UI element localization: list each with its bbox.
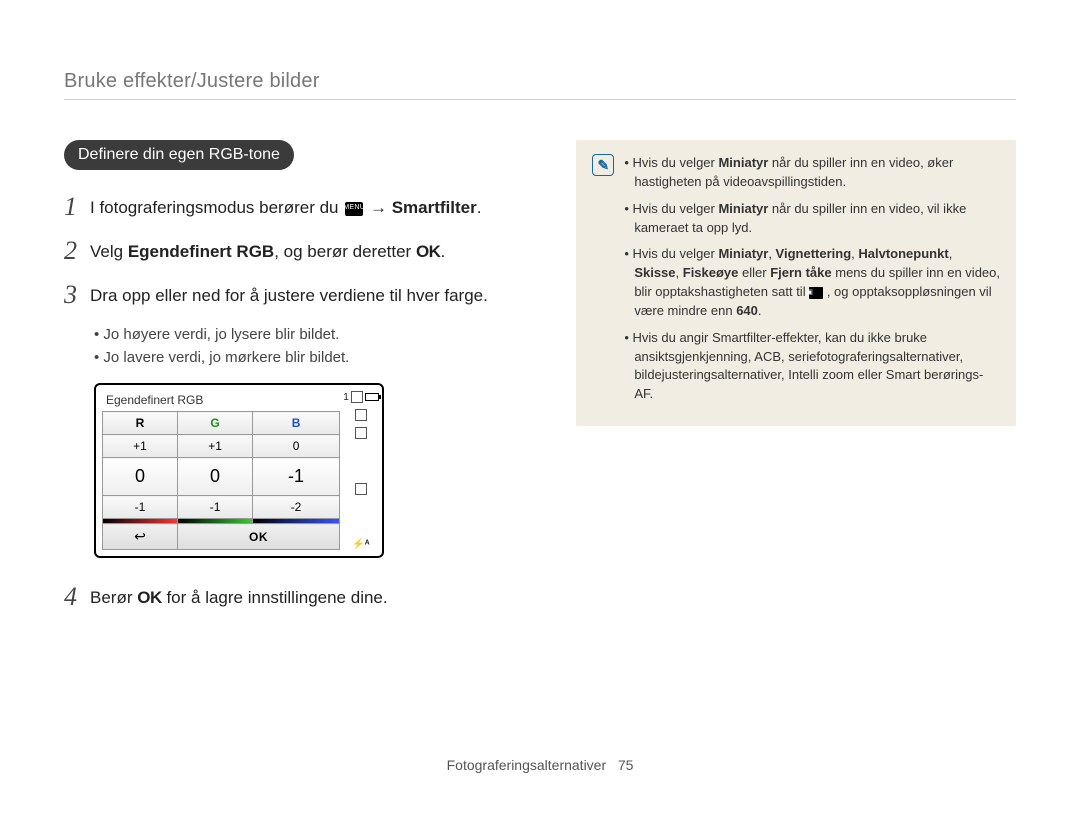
b: 640: [736, 303, 758, 318]
rgb-row-current[interactable]: 0 0 -1: [103, 458, 340, 496]
text: for å lagre innstillingene dine.: [162, 588, 388, 607]
t: Hvis du velger: [632, 201, 718, 216]
cell: +1: [178, 435, 253, 458]
rgb-row-below[interactable]: -1 -1 -2: [103, 496, 340, 519]
step-4: 4 Berør OK for å lagre innstillingene di…: [64, 582, 540, 612]
step-3-bullets: Jo høyere verdi, jo lysere blir bildet. …: [94, 324, 540, 369]
rgb-main: Egendeﬁnert RGB R G B +1 +1 0: [102, 391, 340, 550]
b-header: B: [253, 412, 340, 435]
b: Skisse: [634, 265, 675, 280]
t: eller: [738, 265, 770, 280]
step-number: 3: [64, 280, 90, 310]
note-item: Hvis du velger Miniatyr, Vignettering, H…: [624, 245, 1000, 320]
left-column: Deﬁnere din egen RGB-tone 1 I fotografer…: [64, 140, 540, 626]
battery-icon: [365, 393, 379, 401]
rgb-row-above[interactable]: +1 +1 0: [103, 435, 340, 458]
page-footer: Fotograferingsalternativer 75: [0, 757, 1080, 773]
text: Velg: [90, 242, 128, 261]
step-1: 1 I fotograferingsmodus berører du MENU …: [64, 192, 540, 222]
tail: .: [477, 198, 482, 217]
ok-icon: OK: [416, 242, 441, 261]
back-button[interactable]: ↩: [103, 524, 178, 550]
step-number: 2: [64, 236, 90, 266]
section-heading-pill: Deﬁnere din egen RGB-tone: [64, 140, 294, 170]
step-number: 4: [64, 582, 90, 612]
text: , og berør deretter: [274, 242, 416, 261]
right-column: ✎ Hvis du velger Miniatyr når du spiller…: [576, 140, 1016, 626]
t: ,: [768, 246, 775, 261]
tail: .: [440, 242, 445, 261]
text: I fotograferingsmodus berører du: [90, 198, 343, 217]
b: Halvtonepunkt: [858, 246, 948, 261]
status-top: 1: [343, 391, 379, 403]
bold: Egendeﬁnert RGB: [128, 242, 274, 261]
cell: -1: [253, 458, 340, 496]
step-body: Berør OK for å lagre innstillingene dine…: [90, 582, 540, 611]
mode-icon: [355, 427, 367, 439]
breadcrumb: Bruke effekter/Justere bilder: [64, 70, 1016, 93]
image-count: 1: [343, 392, 349, 403]
b: Fiskeøye: [683, 265, 739, 280]
cell: -1: [178, 496, 253, 519]
t: Hvis du velger: [632, 155, 718, 170]
footer-page-number: 75: [618, 757, 634, 773]
footer-section: Fotograferingsalternativer: [447, 757, 607, 773]
steps-list: 1 I fotograferingsmodus berører du MENU …: [64, 192, 540, 310]
rgb-side-icons: 1 ⚡ᴬ: [346, 391, 376, 550]
bullet: Jo lavere verdi, jo mørkere blir bildet.: [94, 347, 540, 370]
note-list: Hvis du velger Miniatyr når du spiller i…: [624, 154, 1000, 412]
rgb-bottom-row: ↩ OK: [103, 524, 340, 550]
note-item: Hvis du velger Miniatyr når du spiller i…: [624, 200, 1000, 238]
note-item: Hvis du velger Miniatyr når du spiller i…: [624, 154, 1000, 192]
cell: 0: [103, 458, 178, 496]
cell: +1: [103, 435, 178, 458]
rgb-title: Egendeﬁnert RGB: [102, 391, 340, 411]
mode-icon: [355, 409, 367, 421]
text: Dra opp eller ned for å justere verdiene…: [90, 286, 488, 305]
r-header: R: [103, 412, 178, 435]
step-body: Velg Egendeﬁnert RGB, og berør deretter …: [90, 236, 540, 265]
step-3: 3 Dra opp eller ned for å justere verdie…: [64, 280, 540, 310]
t: .: [758, 303, 762, 318]
t: Hvis du velger: [632, 246, 718, 261]
b: Miniatyr: [718, 246, 768, 261]
rgb-widget: Egendeﬁnert RGB R G B +1 +1 0: [94, 383, 384, 558]
note-icon: ✎: [592, 154, 614, 176]
record-rate-icon: ▣: [809, 287, 823, 299]
step-body: I fotograferingsmodus berører du MENU → …: [90, 192, 540, 221]
ok-button[interactable]: OK: [178, 524, 340, 550]
note-item: Hvis du angir Smartﬁlter-effekter, kan d…: [624, 329, 1000, 404]
arrow: →: [370, 198, 392, 217]
step-body: Dra opp eller ned for å justere verdiene…: [90, 280, 540, 309]
t: ,: [949, 246, 953, 261]
bullet: Jo høyere verdi, jo lysere blir bildet.: [94, 324, 540, 347]
b: Miniatyr: [718, 155, 768, 170]
steps-list-continued: 4 Berør OK for å lagre innstillingene di…: [64, 582, 540, 612]
resolution-icon: [351, 391, 363, 403]
divider: [64, 99, 1016, 100]
cell: 0: [178, 458, 253, 496]
cell: -2: [253, 496, 340, 519]
b: Miniatyr: [718, 201, 768, 216]
focus-icon: [355, 483, 367, 495]
cell: 0: [253, 435, 340, 458]
flash-icon: ⚡ᴬ: [352, 539, 369, 550]
cell: -1: [103, 496, 178, 519]
b: Vignettering: [776, 246, 852, 261]
g-header: G: [178, 412, 253, 435]
step-2: 2 Velg Egendeﬁnert RGB, og berør derette…: [64, 236, 540, 266]
page: Bruke effekter/Justere bilder Deﬁnere di…: [0, 0, 1080, 626]
smartfilter-label: Smartﬁlter: [392, 198, 477, 217]
content-columns: Deﬁnere din egen RGB-tone 1 I fotografer…: [64, 140, 1016, 626]
rgb-header-row: R G B: [103, 412, 340, 435]
rgb-table: R G B +1 +1 0 0 0 -1: [102, 411, 340, 550]
menu-icon: MENU: [345, 202, 363, 216]
t: ,: [676, 265, 683, 280]
ok-icon: OK: [137, 588, 162, 607]
step-number: 1: [64, 192, 90, 222]
b: Fjern tåke: [770, 265, 831, 280]
note-box: ✎ Hvis du velger Miniatyr når du spiller…: [576, 140, 1016, 426]
text: Berør: [90, 588, 137, 607]
